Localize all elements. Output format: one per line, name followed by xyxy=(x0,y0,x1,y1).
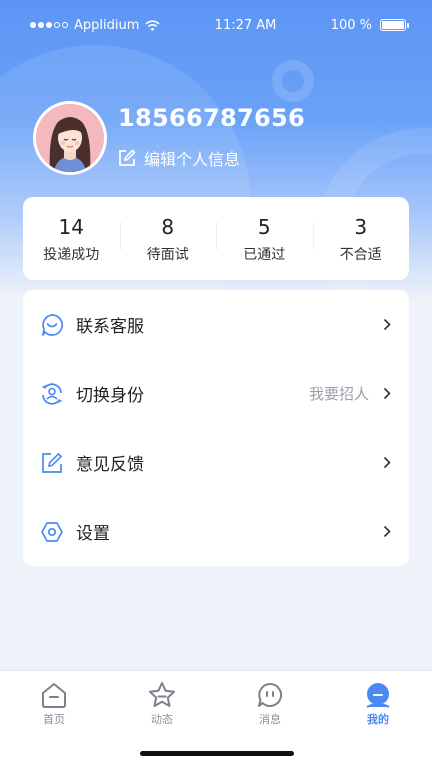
stat-label: 已通过 xyxy=(243,246,286,263)
switch-user-icon xyxy=(39,381,65,407)
profile-icon xyxy=(366,683,390,708)
edit-profile-link[interactable]: 编辑个人信息 xyxy=(118,146,240,170)
battery-icon xyxy=(379,19,409,31)
stat-delivered[interactable]: 14 投递成功 xyxy=(23,214,120,264)
menu-item-feedback[interactable]: 意见反馈 xyxy=(23,428,409,497)
avatar-illustration xyxy=(36,104,104,172)
stat-label: 待面试 xyxy=(146,246,189,263)
star-icon xyxy=(149,682,175,707)
menu-list: 联系客服 切换身份 我要招人 意见反馈 设置 xyxy=(23,290,409,566)
stat-label: 不合适 xyxy=(339,246,382,263)
tab-label: 首页 xyxy=(43,713,65,726)
wifi-icon xyxy=(145,19,160,31)
menu-label: 意见反馈 xyxy=(76,455,144,475)
carrier-name: Applidium xyxy=(74,17,140,33)
status-time: 11:27 AM xyxy=(214,17,277,33)
battery-percent: 100 % xyxy=(330,17,372,33)
menu-label: 设置 xyxy=(76,524,110,544)
menu-label: 切换身份 xyxy=(76,386,144,406)
application-stats-card: 14 投递成功 8 待面试 5 已通过 3 不合适 xyxy=(23,197,409,280)
tab-label: 动态 xyxy=(151,713,173,726)
menu-item-settings[interactable]: 设置 xyxy=(23,497,409,566)
menu-sublabel: 我要招人 xyxy=(308,385,369,403)
chevron-right-icon xyxy=(383,456,391,469)
menu-item-switch-identity[interactable]: 切换身份 我要招人 xyxy=(23,359,409,428)
headset-smile-icon xyxy=(39,312,65,338)
stat-unsuitable[interactable]: 3 不合适 xyxy=(312,214,410,264)
chevron-right-icon xyxy=(383,525,391,538)
message-icon xyxy=(258,682,282,707)
decorative-ring-small xyxy=(272,60,314,102)
chevron-right-icon xyxy=(383,318,391,331)
stat-passed[interactable]: 5 已通过 xyxy=(216,214,313,264)
edit-profile-label: 编辑个人信息 xyxy=(144,150,241,169)
tab-profile[interactable]: 我的 xyxy=(324,671,432,768)
menu-item-customer-service[interactable]: 联系客服 xyxy=(23,290,409,359)
tab-home[interactable]: 首页 xyxy=(0,671,108,768)
stat-value: 14 xyxy=(58,214,84,239)
stat-value: 8 xyxy=(161,214,175,239)
avatar[interactable] xyxy=(33,101,107,175)
tab-label: 消息 xyxy=(259,713,281,726)
chevron-right-icon xyxy=(383,387,391,400)
stat-label: 投递成功 xyxy=(43,246,100,263)
menu-label: 联系客服 xyxy=(76,317,144,337)
status-bar: Applidium 11:27 AM 100 % xyxy=(0,0,432,50)
signal-icon xyxy=(30,22,68,28)
edit-feedback-icon xyxy=(39,450,65,476)
stat-value: 5 xyxy=(257,214,271,239)
hexagon-settings-icon xyxy=(39,519,65,545)
home-indicator[interactable] xyxy=(140,751,294,756)
tab-label: 我的 xyxy=(367,713,389,726)
edit-icon xyxy=(119,149,136,166)
home-icon xyxy=(42,683,66,708)
stat-value: 3 xyxy=(354,214,368,239)
phone-number: 18566787656 xyxy=(118,104,305,132)
stat-pending-interview[interactable]: 8 待面试 xyxy=(119,214,217,264)
